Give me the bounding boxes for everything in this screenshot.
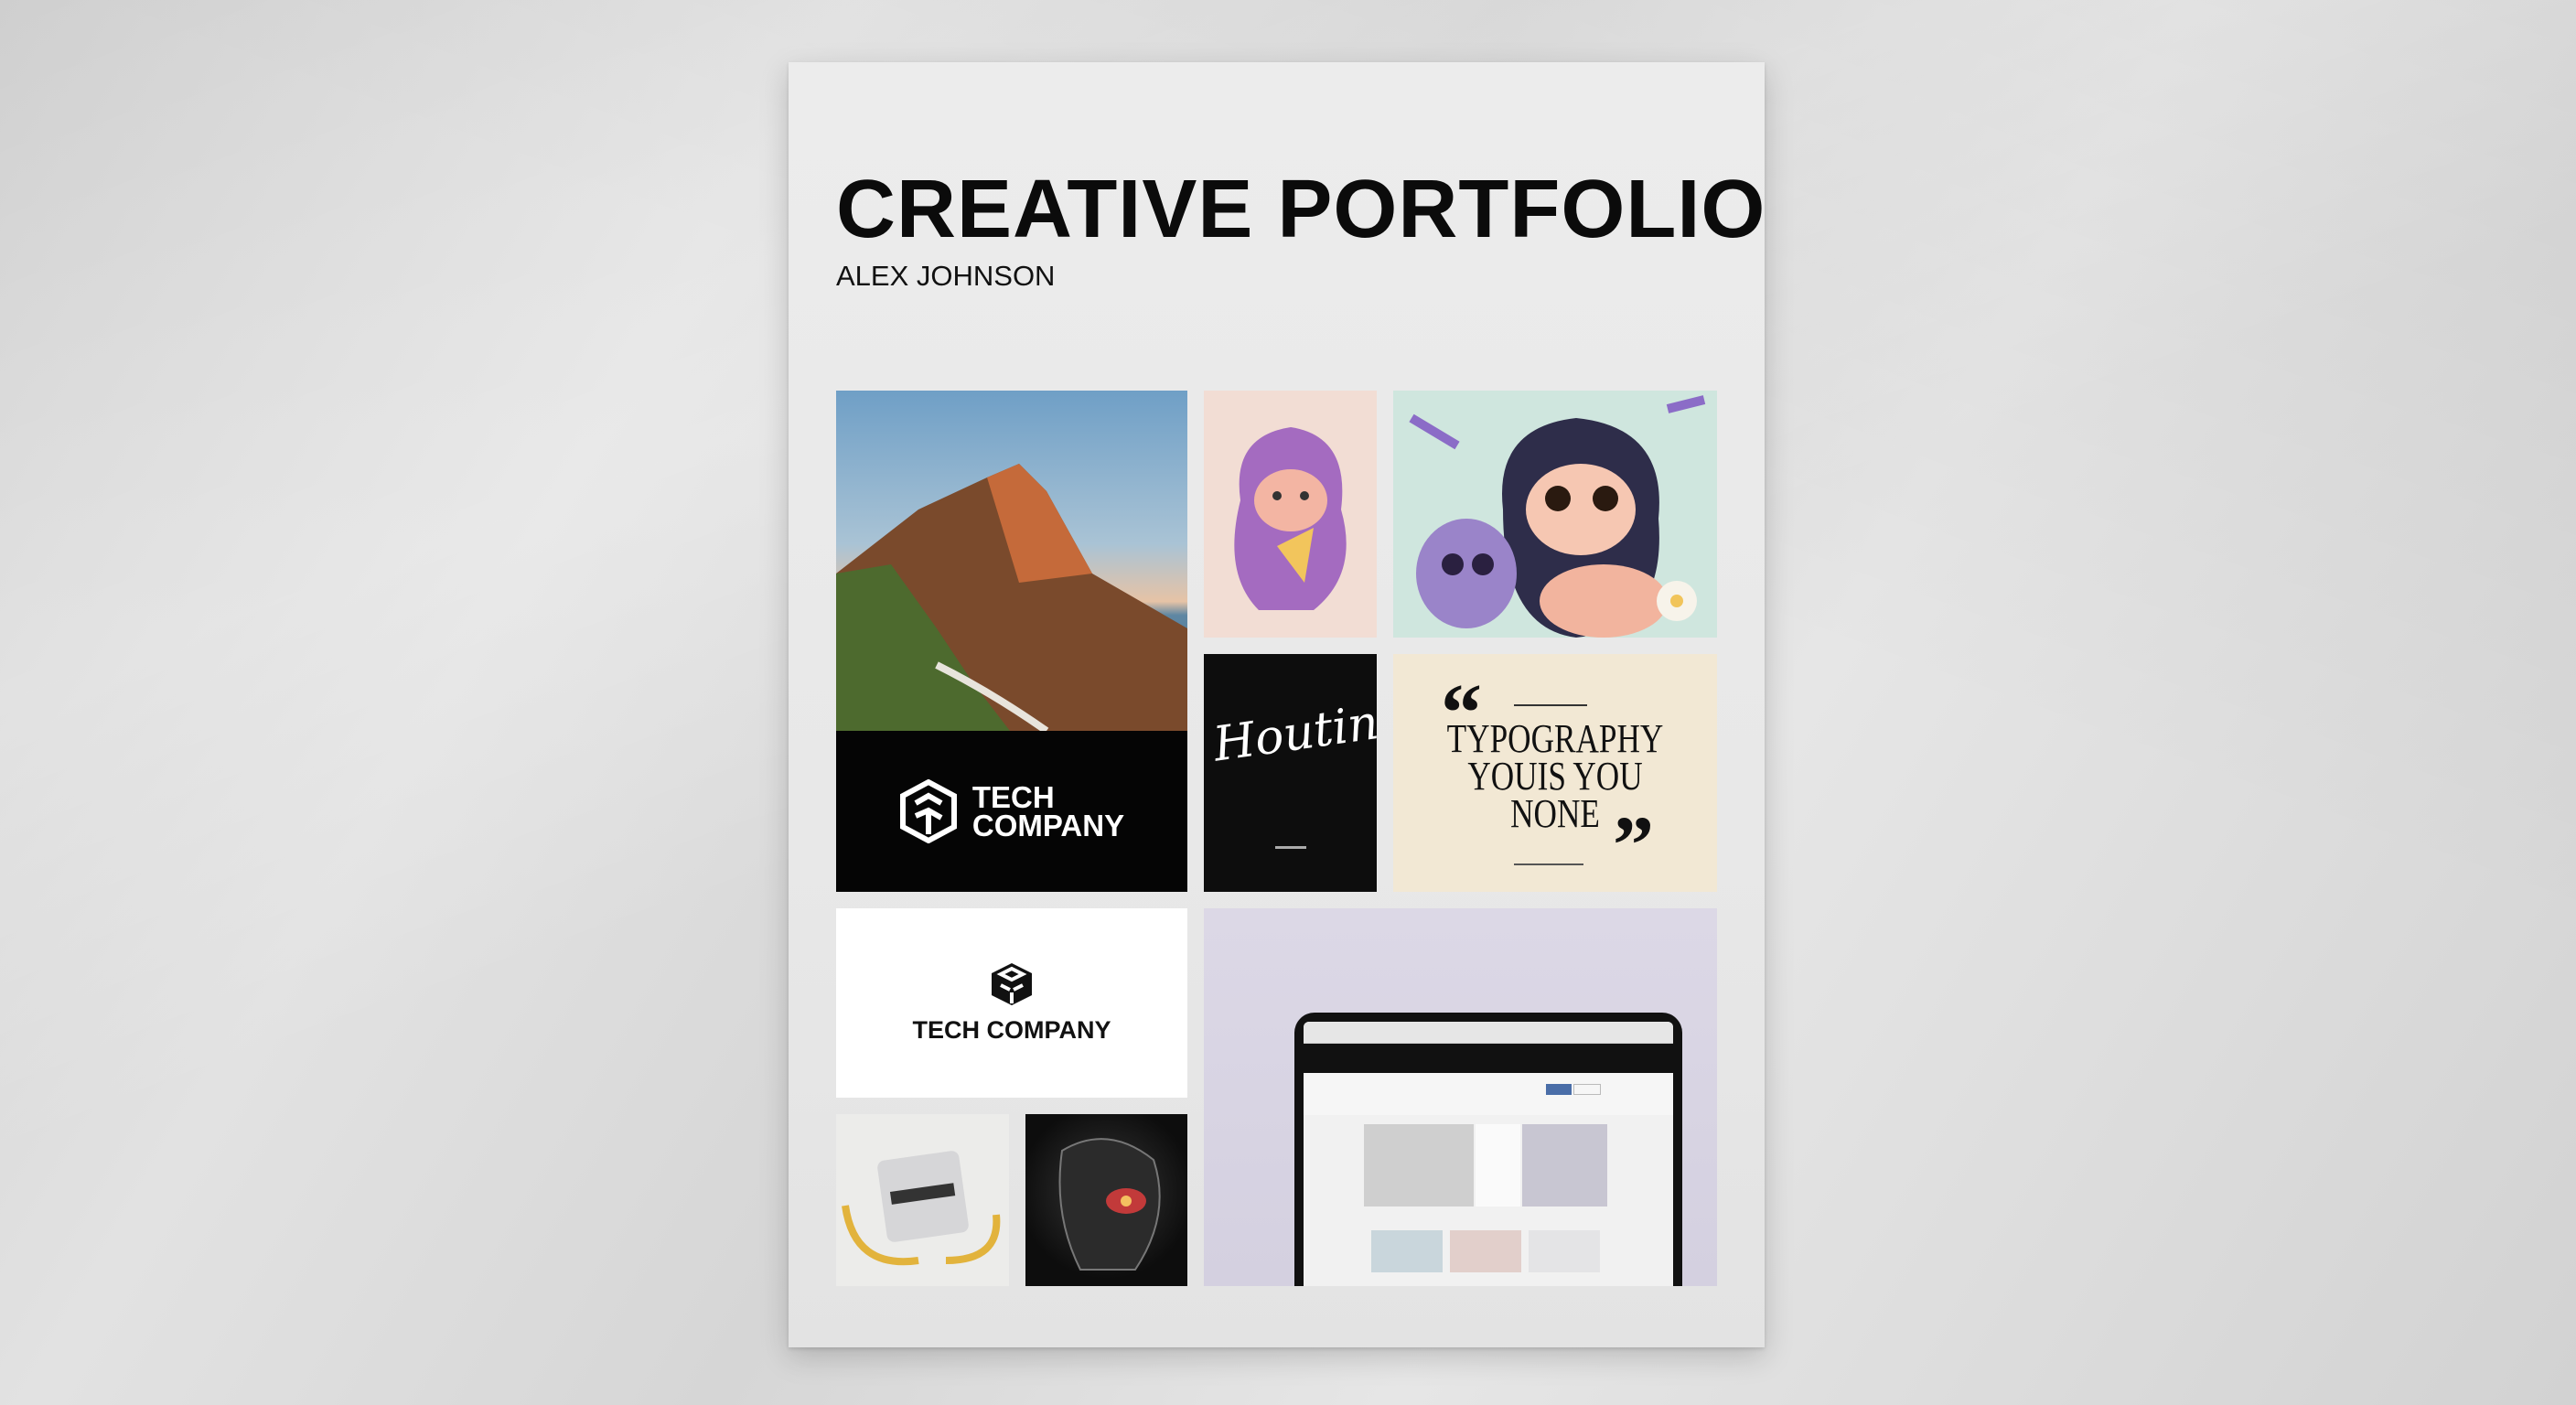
creature-illustration-2 <box>1393 391 1717 638</box>
site-header <box>1304 1073 1673 1115</box>
typography-line-2: YOUIS YOU <box>1467 754 1643 799</box>
portfolio-title: CREATIVE PORTFOLIO <box>836 164 1766 255</box>
calligraphy-script: Houting <box>1209 691 1377 773</box>
quote-rule-bottom <box>1514 863 1583 865</box>
creature-illustration-1 <box>1204 391 1377 638</box>
calligraphy-poster: Houting <box>1204 654 1377 892</box>
quote-rule-top <box>1514 704 1587 706</box>
logo-line-2: COMPANY <box>971 809 1125 842</box>
calligraphy-footer-mark <box>1275 846 1306 849</box>
laptop-screen <box>1304 1022 1673 1286</box>
portfolio-poster: CREATIVE PORTFOLIO ALEX JOHNSON TECH COMP… <box>789 62 1765 1347</box>
hero-gallery <box>1364 1124 1607 1207</box>
typography-line-1: TYPOGRAPHY <box>1446 716 1664 761</box>
website-mockup-panel <box>1204 908 1717 1286</box>
logo-wordmark: TECH COMPANY <box>912 1016 1111 1044</box>
robot-head-render <box>1025 1114 1187 1286</box>
product-packaging-photo <box>836 1114 1009 1286</box>
tech-company-logo-light: TECH COMPANY <box>836 908 1187 1098</box>
close-quote-icon: ” <box>1613 800 1654 891</box>
portfolio-author: ALEX JOHNSON <box>836 260 1056 292</box>
cube-logo-icon <box>899 779 957 843</box>
thumbnail-row <box>1371 1230 1600 1272</box>
laptop-mockup <box>1294 1013 1682 1286</box>
mountain-photo <box>836 391 1187 731</box>
tech-company-logo-dark: TECH COMPANY <box>836 731 1187 892</box>
logo-line-1: TECH <box>971 780 1055 814</box>
browser-bar <box>1304 1022 1673 1044</box>
typography-quote-poster: “ TYPOGRAPHY YOUIS YOU NONE ” <box>1393 654 1717 892</box>
site-nav <box>1304 1044 1673 1073</box>
cube-logo-icon <box>992 963 1032 1005</box>
